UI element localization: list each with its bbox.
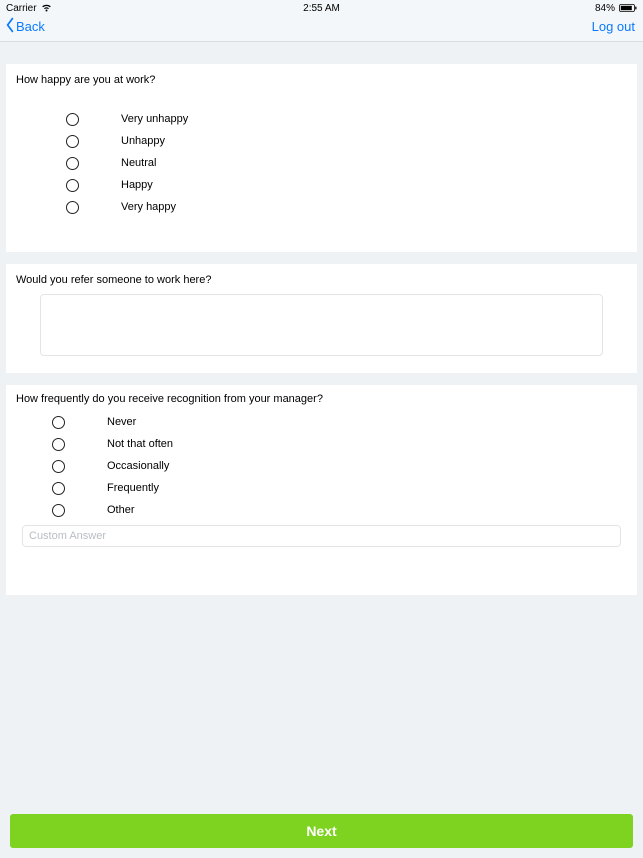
- radio-icon: [66, 179, 79, 192]
- chevron-left-icon: [4, 17, 16, 36]
- radio-option[interactable]: Very happy: [66, 196, 627, 218]
- question-card-2: Would you refer someone to work here?: [6, 264, 637, 373]
- option-label: Occasionally: [107, 460, 169, 472]
- survey-content: How happy are you at work? Very unhappy …: [0, 64, 643, 595]
- option-label: Not that often: [107, 438, 173, 450]
- radio-option[interactable]: Not that often: [52, 433, 627, 455]
- option-label: Very unhappy: [121, 113, 188, 125]
- custom-answer-input[interactable]: [22, 525, 621, 547]
- radio-icon: [52, 416, 65, 429]
- radio-option[interactable]: Unhappy: [66, 130, 627, 152]
- next-button[interactable]: Next: [10, 814, 633, 848]
- option-label: Other: [107, 504, 135, 516]
- carrier-label: Carrier: [6, 3, 37, 14]
- radio-option[interactable]: Frequently: [52, 477, 627, 499]
- radio-icon: [66, 135, 79, 148]
- option-label: Happy: [121, 179, 153, 191]
- battery-icon: [619, 4, 637, 12]
- radio-option[interactable]: Never: [52, 411, 627, 433]
- option-label: Frequently: [107, 482, 159, 494]
- radio-option[interactable]: Neutral: [66, 152, 627, 174]
- radio-icon: [66, 157, 79, 170]
- radio-option[interactable]: Happy: [66, 174, 627, 196]
- radio-icon: [52, 504, 65, 517]
- radio-icon: [66, 113, 79, 126]
- option-label: Neutral: [121, 157, 156, 169]
- question-card-1: How happy are you at work? Very unhappy …: [6, 64, 637, 252]
- option-label: Never: [107, 416, 136, 428]
- question-card-3: How frequently do you receive recognitio…: [6, 385, 637, 595]
- status-bar: Carrier 2:55 AM 84%: [0, 0, 643, 16]
- radio-option[interactable]: Very unhappy: [66, 108, 627, 130]
- radio-icon: [52, 438, 65, 451]
- back-label: Back: [16, 19, 45, 34]
- wifi-icon: [41, 4, 52, 12]
- question-text: How frequently do you receive recognitio…: [16, 393, 627, 405]
- clock-time: 2:55 AM: [303, 3, 340, 14]
- radio-option[interactable]: Occasionally: [52, 455, 627, 477]
- q3-options: Never Not that often Occasionally Freque…: [16, 411, 627, 521]
- question-text: Would you refer someone to work here?: [16, 274, 627, 286]
- battery-percent: 84%: [595, 3, 615, 14]
- nav-bar: Back Log out: [0, 16, 643, 42]
- radio-icon: [52, 460, 65, 473]
- q1-options: Very unhappy Unhappy Neutral Happy Very …: [16, 108, 627, 218]
- back-button[interactable]: Back: [4, 17, 45, 36]
- radio-icon: [66, 201, 79, 214]
- free-text-input[interactable]: [40, 294, 603, 356]
- radio-option[interactable]: Other: [52, 499, 627, 521]
- option-label: Unhappy: [121, 135, 165, 147]
- radio-icon: [52, 482, 65, 495]
- option-label: Very happy: [121, 201, 176, 213]
- question-text: How happy are you at work?: [16, 74, 627, 86]
- logout-button[interactable]: Log out: [592, 19, 635, 34]
